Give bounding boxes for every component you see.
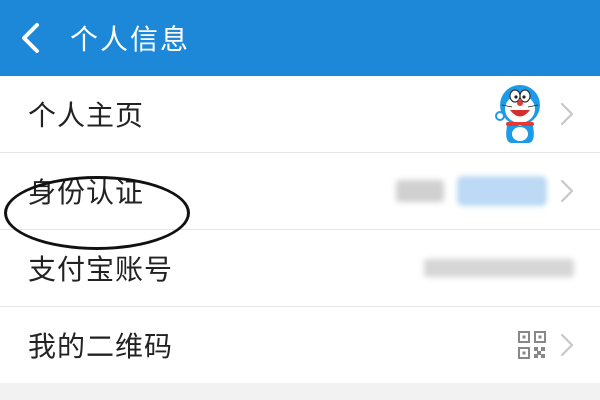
row-right-identity-verification [396, 153, 574, 229]
page-title: 个人信息 [70, 23, 191, 56]
chevron-left-icon [22, 23, 39, 53]
blurred-verified-badge [458, 177, 546, 205]
row-label-personal-homepage: 个人主页 [28, 99, 145, 132]
row-label-alipay-account: 支付宝账号 [28, 253, 174, 286]
chevron-right-icon [560, 102, 574, 126]
row-right-my-qr-code [518, 307, 574, 383]
row-personal-homepage[interactable]: 个人主页 [0, 76, 600, 153]
row-right-alipay-account [424, 230, 574, 306]
blurred-account [424, 259, 574, 277]
doraemon-avatar [495, 85, 540, 143]
row-right-personal-homepage [494, 76, 574, 152]
blurred-name [396, 180, 444, 202]
chevron-right-icon [560, 179, 574, 203]
qr-code-icon [518, 331, 546, 359]
annotation-circle [4, 176, 190, 250]
row-my-qr-code[interactable]: 我的二维码 [0, 307, 600, 383]
header-bar: 个人信息 [0, 0, 600, 76]
row-label-my-qr-code: 我的二维码 [28, 330, 174, 363]
back-button[interactable] [0, 0, 60, 76]
chevron-right-icon [560, 333, 574, 357]
